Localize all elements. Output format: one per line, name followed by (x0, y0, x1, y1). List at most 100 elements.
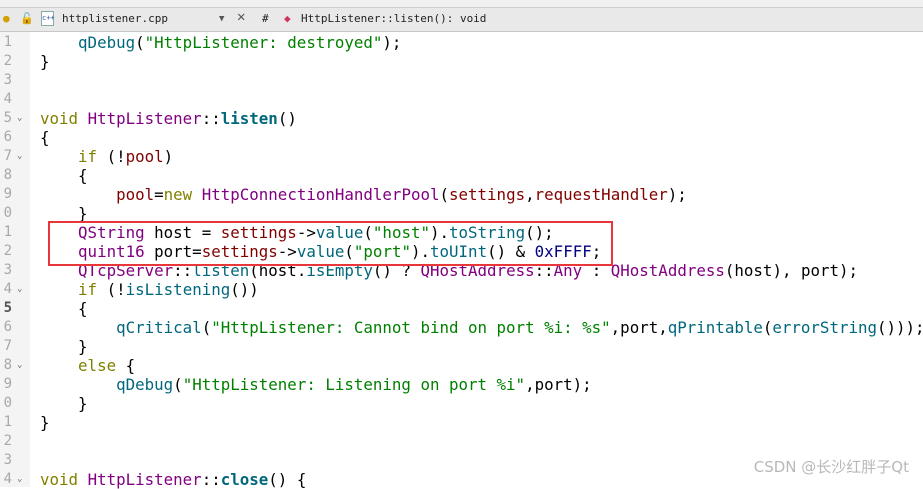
code-text: } (40, 413, 50, 432)
code-token: close (220, 470, 269, 489)
code-line[interactable]: 4 ⌄ if (!isListening()) (0, 280, 923, 299)
code-line[interactable]: 1} (0, 413, 923, 432)
highlight-box (48, 221, 613, 266)
code-token: (host), port); (724, 261, 859, 280)
line-number: 7 (3, 338, 12, 354)
code-line[interactable]: 2 (0, 432, 923, 451)
code-token: ) (163, 147, 174, 166)
watermark: CSDN @长沙红胖子Qt (753, 458, 909, 476)
close-icon[interactable]: ✕ (237, 9, 245, 25)
code-text: qDebug("HttpListener: destroyed"); (40, 33, 401, 52)
code-token: :: (201, 109, 221, 128)
symbol-selector[interactable]: HttpListener::listen(): void (301, 12, 486, 25)
line-number: 8 (3, 167, 12, 183)
code-line[interactable]: 3 (0, 71, 923, 90)
code-line[interactable]: 1 qDebug("HttpListener: destroyed"); (0, 33, 923, 52)
code-token: pool (125, 147, 164, 166)
code-line[interactable]: 5 ⌄ void HttpListener::listen() (0, 109, 923, 128)
code-token: ( (762, 318, 773, 337)
editor-toolbar: ● 🔓 c++ httplistener.cpp ▼ ✕ # ◆ HttpLis… (0, 8, 923, 32)
menu-bar (0, 0, 923, 8)
code-token: HttpListener (87, 109, 202, 128)
code-token: { (40, 166, 88, 185)
code-line[interactable]: 4 (0, 90, 923, 109)
fold-chevron-icon[interactable]: ⌄ (17, 109, 22, 128)
code-line[interactable]: 6{ (0, 128, 923, 147)
line-number: 2 (3, 433, 12, 449)
lock-icon[interactable]: 🔓 (20, 12, 34, 25)
code-token: (! (97, 280, 126, 299)
line-number: 5 (3, 300, 12, 316)
file-selector[interactable]: httplistener.cpp (62, 12, 168, 25)
code-token: QHostAddress (610, 261, 725, 280)
code-line[interactable]: 8 ⌄ else { (0, 356, 923, 375)
hash-label: # (262, 12, 269, 25)
fold-chevron-icon[interactable]: ⌄ (17, 280, 22, 299)
code-text: { (40, 128, 50, 147)
code-text: else { (40, 356, 135, 375)
code-line[interactable]: 7 ⌄ if (!pool) (0, 147, 923, 166)
line-number: 7 (3, 148, 12, 164)
code-token: () (277, 109, 297, 128)
fold-chevron-icon[interactable]: ⌄ (17, 470, 22, 489)
code-line[interactable]: 8 { (0, 166, 923, 185)
code-token: errorString (772, 318, 877, 337)
code-token: "HttpListener: Cannot bind on port %i: %… (211, 318, 611, 337)
code-text: { (40, 166, 88, 185)
code-token: qPrintable (667, 318, 763, 337)
code-token: } (40, 394, 88, 413)
code-token: pool (116, 185, 155, 204)
code-line[interactable]: 6 qCritical("HttpListener: Cannot bind o… (0, 318, 923, 337)
code-text: pool=new HttpConnectionHandlerPool(setti… (40, 185, 687, 204)
code-line[interactable]: 0 } (0, 394, 923, 413)
code-line[interactable]: 7 } (0, 337, 923, 356)
code-token: if (78, 147, 98, 166)
code-token: settings (449, 185, 526, 204)
code-text: if (!pool) (40, 147, 173, 166)
code-token: { (40, 128, 50, 147)
code-text: } (40, 337, 88, 356)
code-text: if (!isListening()) (40, 280, 259, 299)
code-line[interactable]: 9 pool=new HttpConnectionHandlerPool(set… (0, 185, 923, 204)
code-text: void HttpListener::close() { (40, 470, 306, 489)
code-line[interactable]: 2} (0, 52, 923, 71)
code-line[interactable]: 9 qDebug("HttpListener: Listening on por… (0, 375, 923, 394)
code-text: qCritical("HttpListener: Cannot bind on … (40, 318, 923, 337)
code-token: ()) (230, 280, 259, 299)
line-number: 0 (3, 395, 12, 411)
code-token: void (40, 470, 79, 489)
code-token: qDebug (78, 33, 136, 52)
code-token: ( (173, 375, 183, 394)
code-token: ( (201, 318, 212, 337)
code-token: requestHandler (534, 185, 668, 204)
code-token: () { (268, 470, 307, 489)
line-number: 5 (3, 110, 12, 126)
code-text: } (40, 52, 50, 71)
line-number: 3 (3, 262, 12, 278)
line-number: 1 (3, 224, 12, 240)
fold-chevron-icon[interactable]: ⌄ (17, 147, 22, 166)
line-number: 3 (3, 452, 12, 468)
code-token: qDebug (116, 375, 174, 394)
fold-chevron-icon[interactable]: ⌄ (17, 356, 22, 375)
code-line[interactable]: 5 { (0, 299, 923, 318)
chevron-down-icon[interactable]: ▼ (219, 14, 224, 24)
line-number: 9 (3, 186, 12, 202)
line-number: 6 (3, 319, 12, 335)
code-token: ( (135, 33, 145, 52)
code-text: qDebug("HttpListener: Listening on port … (40, 375, 592, 394)
line-number: 8 (3, 357, 12, 373)
code-token: } (40, 337, 88, 356)
code-token: ,port, (610, 318, 668, 337)
code-token: (! (97, 147, 126, 166)
method-icon: ◆ (284, 12, 291, 25)
code-token: :: (201, 470, 221, 489)
